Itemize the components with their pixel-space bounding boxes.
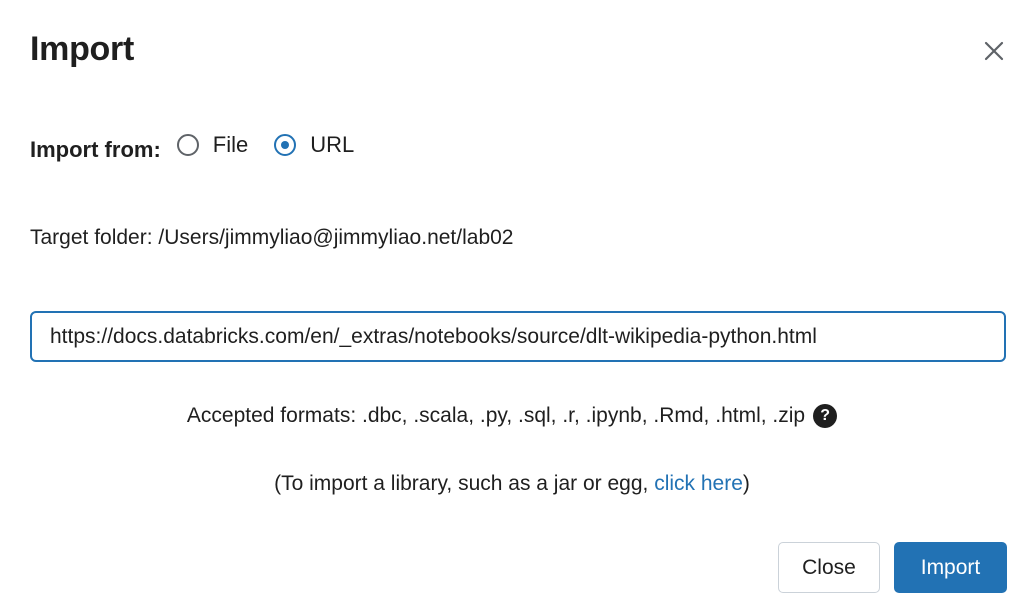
help-icon[interactable]: ? <box>813 404 838 428</box>
close-icon[interactable] <box>980 37 1008 65</box>
import-button[interactable]: Import <box>894 542 1007 593</box>
file-radio-label[interactable]: File <box>213 132 248 158</box>
library-note-suffix: ) <box>742 472 750 495</box>
url-radio[interactable] <box>274 134 297 156</box>
url-input[interactable] <box>30 311 1006 362</box>
library-note-prefix: (To import a library, such as a jar or e… <box>274 472 655 495</box>
library-note: (To import a library, such as a jar or e… <box>0 472 1024 496</box>
radio-option-url[interactable]: URL <box>274 132 354 158</box>
accepted-formats-text: Accepted formats: .dbc, .scala, .py, .sq… <box>186 404 806 427</box>
url-radio-label[interactable]: URL <box>310 132 354 158</box>
click-here-link[interactable]: click here <box>654 472 743 495</box>
file-radio[interactable] <box>176 134 199 156</box>
import-from-group: Import from: File URL <box>30 128 380 162</box>
dialog-title: Import <box>30 30 134 68</box>
import-dialog: Import Import from: File URL Target fold… <box>0 0 1024 613</box>
close-button[interactable]: Close <box>778 542 880 593</box>
target-folder-text: Target folder: /Users/jimmyliao@jimmylia… <box>30 226 514 249</box>
accepted-formats: Accepted formats: .dbc, .scala, .py, .sq… <box>0 404 1024 428</box>
radio-option-file[interactable]: File <box>176 132 248 158</box>
import-from-label: Import from: <box>30 137 161 162</box>
